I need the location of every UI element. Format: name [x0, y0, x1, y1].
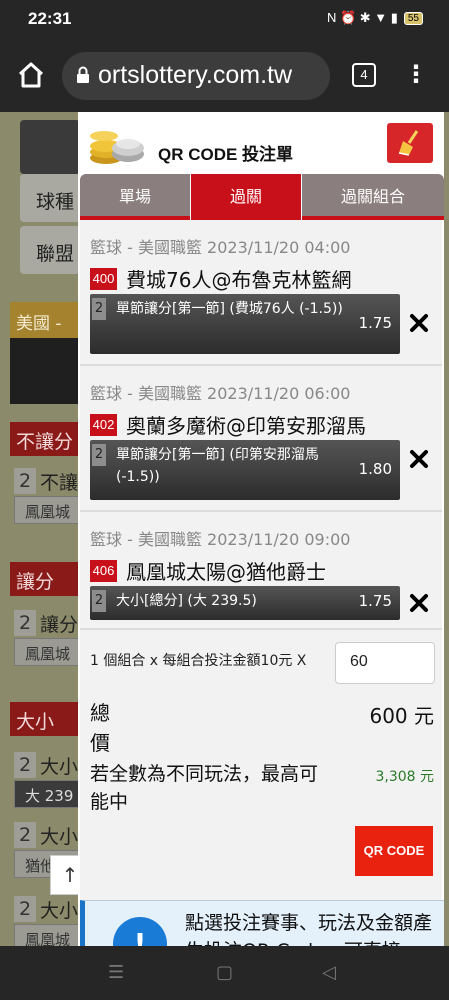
bet-option: 2 單節讓分[第一節] (印第安那溜馬 (-1.5)) 1.80 [90, 440, 400, 500]
match-code-badge: 400 [90, 268, 117, 290]
back-icon[interactable]: ◁ [322, 962, 336, 983]
battery-icon: 55 [403, 11, 423, 25]
info-text: 點選投注賽事、玩法及金額產生投注QR Code，可直接 [185, 912, 433, 946]
modal-tabs: 單場 過關 過關組合 [80, 174, 444, 220]
match-code-badge: 402 [90, 414, 117, 436]
bet-amount-input[interactable]: 60 [335, 642, 435, 684]
combination-text: 1 個組合 x 每組合投注金額10元 X [90, 653, 307, 669]
bg-row-num: 2 [14, 610, 36, 636]
bg-row-label: 大小 [40, 826, 79, 848]
overflow-menu-icon[interactable]: ⋮ [404, 60, 428, 90]
bet-item: 籃球 - 美國職籃 2023/11/20 09:00 406 鳳凰城太陽@猶他爵… [80, 512, 442, 630]
bet-option: 2 單節讓分[第一節] (費城76人 (-1.5)) 1.75 [90, 294, 400, 354]
match-name: 鳳凰城太陽@猶他爵士 [126, 560, 326, 584]
max-win-label: 若全數為不同玩法，最高可能中 [90, 763, 319, 813]
option-odds: 1.75 [358, 592, 392, 610]
match-code-badge: 406 [90, 560, 117, 582]
bg-section-title: 讓分 [10, 562, 80, 596]
address-bar[interactable]: ortslottery.com.tw [62, 52, 330, 100]
bg-filter-sport[interactable]: 球種 [20, 174, 80, 222]
clear-slip-button[interactable] [387, 123, 433, 163]
bg-section-title: 大小 [10, 702, 80, 736]
total-label: 總價 [90, 701, 110, 755]
modal-title: QR CODE 投注單 [158, 145, 294, 164]
remove-bet-icon[interactable] [408, 312, 430, 334]
bg-row-num: 2 [14, 896, 36, 922]
bg-row-label: 大小 [40, 756, 79, 778]
bet-list: 籃球 - 美國職籃 2023/11/20 04:00 400 費城76人@布魯克… [80, 220, 442, 946]
option-num: 2 [92, 298, 106, 320]
option-desc: 單節讓分[第一節] (費城76人 (-1.5)) [116, 301, 343, 317]
option-desc: 大小[總分] (大 239.5) [116, 593, 257, 609]
bg-row-label: 大小 [40, 900, 79, 922]
remove-bet-icon[interactable] [408, 592, 430, 614]
tab-single[interactable]: 單場 [80, 174, 190, 220]
option-num: 2 [92, 444, 106, 466]
broom-icon [398, 130, 419, 156]
bg-top-block [20, 120, 80, 174]
bg-region-header: 美國 - [10, 302, 80, 338]
tab-parlay-combo[interactable]: 過關組合 [302, 174, 444, 220]
status-icons: N ⏰ ✱ ▼ ▮ 55 [327, 10, 423, 26]
tab-switcher-button[interactable]: 4 [352, 63, 376, 87]
bg-filter-label: 球種 [36, 191, 75, 213]
bg-row-pill[interactable]: 大 239 [14, 780, 80, 808]
bet-option: 2 大小[總分] (大 239.5) 1.75 [90, 586, 400, 620]
qr-bet-slip-modal: QR CODE 投注單 單場 過關 過關組合 籃球 - 美國職籃 2023/11… [78, 112, 444, 946]
remove-bet-icon[interactable] [408, 448, 430, 470]
tab-parlay[interactable]: 過關 [191, 174, 301, 220]
match-name: 費城76人@布魯克林籃網 [126, 268, 352, 292]
total-value: 600 元 [369, 704, 434, 728]
bg-row-num: 2 [14, 468, 36, 494]
bg-section-title: 不讓分 [10, 422, 80, 456]
bg-filter-league[interactable]: 聯盟 [20, 226, 80, 274]
recent-apps-icon[interactable]: ☰ [108, 962, 124, 983]
modal-header: QR CODE 投注單 [78, 112, 444, 172]
bg-dark-block [10, 338, 80, 404]
status-bar: 22:31 N ⏰ ✱ ▼ ▮ 55 [0, 0, 449, 40]
match-name: 奧蘭多魔術@印第安那溜馬 [126, 414, 366, 438]
bg-row-pill[interactable]: 鳳凰城 [14, 638, 80, 666]
max-win-value: 3,308 元 [375, 769, 434, 785]
status-icon-set: N ⏰ ✱ ▼ ▮ [326, 10, 398, 25]
url-text: ortslottery.com.tw [98, 61, 293, 89]
info-banner: ! 點選投注賽事、玩法及金額產生投注QR Code，可直接 [80, 900, 444, 946]
bg-row-num: 2 [14, 822, 36, 848]
bet-meta: 籃球 - 美國職籃 2023/11/20 06:00 [90, 384, 351, 403]
browser-toolbar: ortslottery.com.tw 4 ⋮ [0, 40, 449, 112]
lock-icon [77, 66, 89, 83]
bg-row-pill[interactable]: 鳳凰城 [14, 496, 80, 524]
bet-item: 籃球 - 美國職籃 2023/11/20 06:00 402 奧蘭多魔術@印第安… [80, 366, 442, 512]
option-num: 2 [92, 590, 106, 612]
coins-icon [90, 131, 144, 164]
bg-row-num: 2 [14, 752, 36, 778]
nav-home-icon[interactable]: ▢ [216, 962, 233, 983]
bet-item: 籃球 - 美國職籃 2023/11/20 04:00 400 費城76人@布魯克… [80, 220, 442, 366]
generate-qr-button[interactable]: QR CODE [355, 826, 433, 876]
system-nav-bar: ☰ ▢ ◁ [0, 946, 449, 1000]
status-time: 22:31 [28, 9, 72, 28]
home-icon[interactable] [16, 60, 46, 90]
option-desc: 單節讓分[第一節] (印第安那溜馬 (-1.5)) [116, 447, 319, 485]
bet-meta: 籃球 - 美國職籃 2023/11/20 09:00 [90, 530, 351, 549]
bet-meta: 籃球 - 美國職籃 2023/11/20 04:00 [90, 238, 351, 257]
bg-row-label: 不讓 [40, 472, 79, 494]
option-odds: 1.80 [358, 460, 392, 478]
bg-row-pill[interactable]: 鳳凰城 [14, 924, 80, 946]
info-icon: ! [113, 917, 167, 946]
bg-filter-label: 聯盟 [36, 243, 75, 265]
bg-row-label: 讓分 [40, 614, 79, 636]
option-odds: 1.75 [358, 314, 392, 332]
